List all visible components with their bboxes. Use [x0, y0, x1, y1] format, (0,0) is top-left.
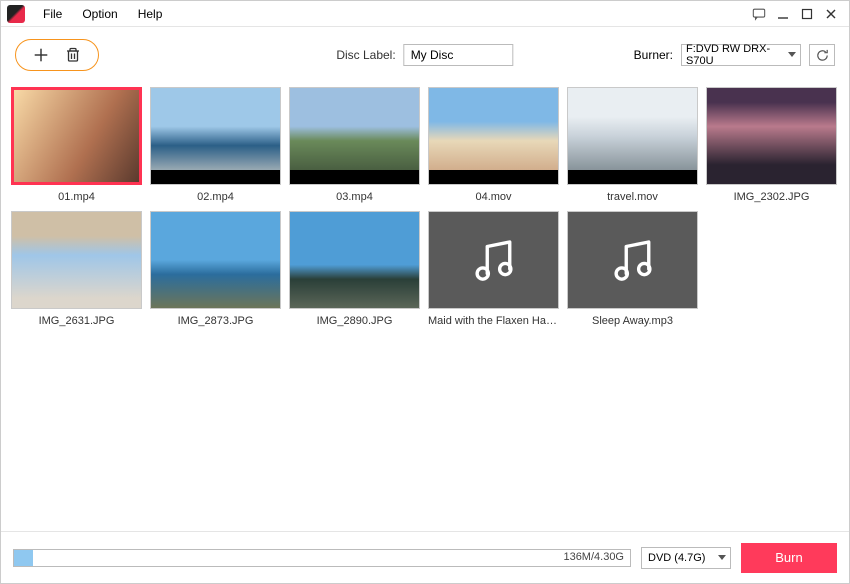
disc-label-caption: Disc Label: — [336, 48, 395, 62]
media-item[interactable]: IMG_2873.JPG — [150, 211, 281, 327]
media-item[interactable]: 02.mp4 — [150, 87, 281, 203]
media-item-label: IMG_2302.JPG — [734, 191, 810, 203]
disc-label-input[interactable] — [404, 44, 514, 66]
media-item-label: IMG_2631.JPG — [39, 315, 115, 327]
media-thumb[interactable] — [150, 87, 281, 185]
media-item-label: Sleep Away.mp3 — [592, 315, 673, 327]
media-item[interactable]: 04.mov — [428, 87, 559, 203]
media-preview — [14, 90, 139, 182]
close-icon[interactable] — [823, 6, 839, 22]
media-item-label: IMG_2890.JPG — [317, 315, 393, 327]
menu-bar: File Option Help — [1, 1, 849, 27]
media-grid-scroll[interactable]: 01.mp4 02.mp4 03.mp4 04.mov travel.mov IMG_23… — [1, 83, 849, 531]
media-preview — [290, 212, 419, 308]
media-item-label: IMG_2873.JPG — [178, 315, 254, 327]
media-item[interactable]: Sleep Away.mp3 — [567, 211, 698, 327]
media-item-label: Maid with the Flaxen Hair.mp3 — [428, 315, 559, 327]
media-item[interactable]: 01.mp4 — [11, 87, 142, 203]
media-item[interactable]: 03.mp4 — [289, 87, 420, 203]
disc-type-select[interactable]: DVD (4.7G) — [641, 547, 731, 569]
media-item[interactable]: IMG_2890.JPG — [289, 211, 420, 327]
media-item-label: 02.mp4 — [197, 191, 234, 203]
menu-option[interactable]: Option — [72, 7, 127, 21]
refresh-button[interactable] — [809, 44, 835, 66]
media-thumb[interactable] — [428, 211, 559, 309]
menu-file[interactable]: File — [33, 7, 72, 21]
burner-caption: Burner: — [634, 48, 673, 62]
capacity-text: 136M/4.30G — [563, 551, 624, 563]
app-logo-icon — [7, 5, 25, 23]
media-item-label: 03.mp4 — [336, 191, 373, 203]
media-thumb[interactable] — [706, 87, 837, 185]
media-grid: 01.mp4 02.mp4 03.mp4 04.mov travel.mov IMG_23… — [11, 87, 839, 327]
burner-select-value: F:DVD RW DRX-S70U — [686, 43, 782, 67]
chevron-down-icon — [788, 52, 796, 57]
capacity-bar-fill — [14, 550, 33, 566]
disc-type-value: DVD (4.7G) — [648, 552, 705, 564]
media-thumb[interactable] — [150, 211, 281, 309]
music-icon — [568, 212, 697, 308]
burner-select[interactable]: F:DVD RW DRX-S70U — [681, 44, 801, 66]
maximize-icon[interactable] — [799, 6, 815, 22]
menu-help[interactable]: Help — [128, 7, 173, 21]
media-preview — [707, 88, 836, 184]
media-thumb[interactable] — [567, 211, 698, 309]
footer: 136M/4.30G DVD (4.7G) Burn — [1, 531, 849, 583]
media-preview — [290, 88, 419, 184]
media-preview — [151, 88, 280, 184]
media-thumb[interactable] — [289, 211, 420, 309]
media-item[interactable]: IMG_2302.JPG — [706, 87, 837, 203]
media-preview — [12, 212, 141, 308]
media-preview — [151, 212, 280, 308]
chevron-down-icon — [718, 555, 726, 560]
burn-button[interactable]: Burn — [741, 543, 837, 573]
media-item-label: travel.mov — [607, 191, 658, 203]
media-thumb[interactable] — [567, 87, 698, 185]
media-thumb[interactable] — [11, 87, 142, 185]
minimize-icon[interactable] — [775, 6, 791, 22]
media-preview — [568, 88, 697, 184]
add-remove-pill — [15, 39, 99, 71]
delete-button[interactable] — [64, 46, 82, 64]
media-item-label: 01.mp4 — [58, 191, 95, 203]
capacity-bar: 136M/4.30G — [13, 549, 631, 567]
media-thumb[interactable] — [289, 87, 420, 185]
media-thumb[interactable] — [11, 211, 142, 309]
media-item[interactable]: Maid with the Flaxen Hair.mp3 — [428, 211, 559, 327]
media-item-label: 04.mov — [475, 191, 511, 203]
media-item[interactable]: IMG_2631.JPG — [11, 211, 142, 327]
media-thumb[interactable] — [428, 87, 559, 185]
music-icon — [429, 212, 558, 308]
add-button[interactable] — [32, 46, 50, 64]
media-item[interactable]: travel.mov — [567, 87, 698, 203]
toolbar: Disc Label: Burner: F:DVD RW DRX-S70U — [1, 27, 849, 83]
media-preview — [429, 88, 558, 184]
feedback-icon[interactable] — [751, 6, 767, 22]
